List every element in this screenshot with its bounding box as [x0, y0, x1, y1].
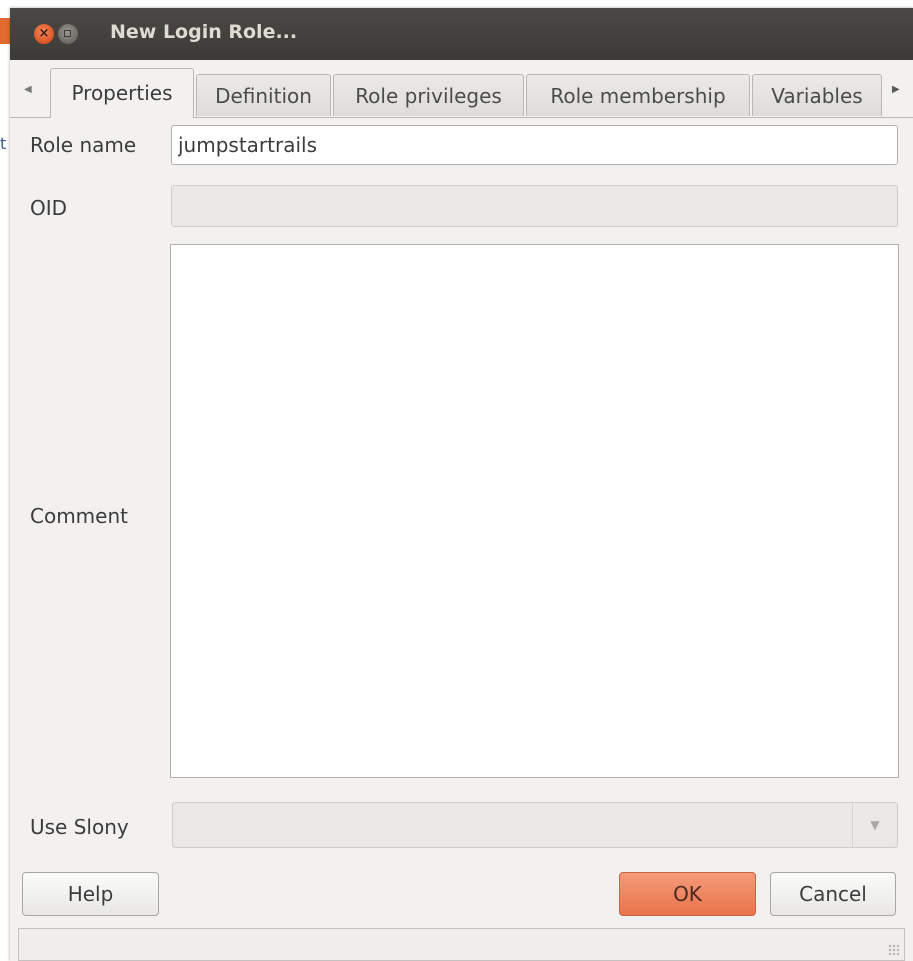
background-window-edge — [0, 18, 10, 44]
cancel-button[interactable]: Cancel — [770, 872, 896, 916]
background-text-fragment: t — [0, 135, 6, 153]
close-window-icon[interactable]: × — [34, 24, 54, 44]
titlebar: × New Login Role... — [10, 8, 913, 60]
tab-role-membership[interactable]: Role membership — [526, 74, 750, 116]
tab-scroll-left-icon[interactable]: ◀ — [24, 84, 32, 95]
comment-label: Comment — [30, 504, 128, 528]
comment-textarea[interactable] — [170, 244, 899, 778]
tab-properties[interactable]: Properties — [50, 68, 194, 118]
role-name-label: Role name — [30, 133, 137, 157]
minimize-window-icon[interactable] — [58, 24, 78, 44]
use-slony-label: Use Slony — [30, 815, 129, 839]
role-name-input[interactable] — [171, 125, 898, 165]
chevron-down-icon: ▼ — [852, 803, 897, 847]
ok-button[interactable]: OK — [619, 872, 756, 916]
tab-variables[interactable]: Variables — [752, 74, 882, 116]
oid-input — [171, 185, 898, 227]
tab-definition[interactable]: Definition — [196, 74, 331, 116]
tab-scroll-right-icon[interactable]: ▶ — [892, 84, 900, 95]
new-login-role-dialog: × New Login Role... ◀ Properties Definit… — [10, 8, 913, 961]
status-bar — [18, 928, 905, 961]
tab-role-privileges[interactable]: Role privileges — [333, 74, 524, 116]
oid-label: OID — [30, 196, 68, 220]
window-title: New Login Role... — [110, 21, 298, 43]
resize-grip-icon[interactable] — [888, 944, 900, 956]
help-button[interactable]: Help — [22, 872, 159, 916]
use-slony-select: ▼ — [172, 802, 898, 848]
